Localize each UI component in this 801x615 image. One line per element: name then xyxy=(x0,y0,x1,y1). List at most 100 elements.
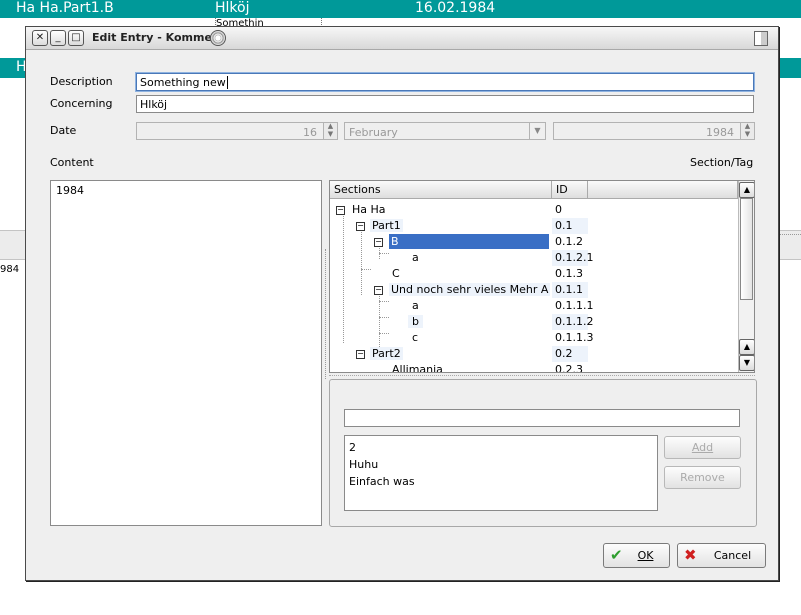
bg-side-text: 984 xyxy=(0,264,20,275)
description-value: Something new xyxy=(140,76,226,89)
edit-entry-dialog: ✕ _ □ Edit Entry - Komment Description C… xyxy=(25,26,779,581)
tree-row[interactable]: a 0.1.1.1 xyxy=(330,298,738,314)
tree-row[interactable]: − Ha Ha 0 xyxy=(330,202,738,218)
tree-row-name: a xyxy=(412,251,419,264)
scroll-up-icon[interactable]: ▲ xyxy=(739,182,754,198)
content-textarea[interactable]: 1984 xyxy=(50,180,322,526)
tree-row-id: 0.1.1 xyxy=(552,282,588,298)
tree-row-selected[interactable]: − B 0.1.2 xyxy=(330,234,738,250)
tree-row[interactable]: − Part2 0.2 xyxy=(330,346,738,362)
tree-row-name: Part1 xyxy=(370,219,403,232)
tree-row[interactable]: a 0.1.2.1 xyxy=(330,250,738,266)
tree-row[interactable]: Allimania 0.2.3 xyxy=(330,362,738,373)
tree-row-name: B xyxy=(389,234,549,249)
maximize-icon[interactable]: □ xyxy=(68,30,84,46)
checkmark-icon: ✔ xyxy=(610,546,623,564)
tree-row-id: 0.1.1.1 xyxy=(555,299,594,312)
id-column-header[interactable]: ID xyxy=(552,181,588,199)
scrollbar-thumb[interactable] xyxy=(740,198,753,300)
tree-row-id: 0.1.1.3 xyxy=(555,331,594,344)
bg-cell-date: 16.02.1984 xyxy=(415,0,496,16)
tree-row-name: Und noch sehr vieles Mehr A xyxy=(389,283,551,296)
collapse-icon[interactable]: − xyxy=(356,350,365,359)
tree-scrollbar[interactable]: ▲ ▲ ▼ xyxy=(738,181,754,372)
splitter-handle[interactable] xyxy=(325,249,328,379)
collapse-icon[interactable]: − xyxy=(374,238,383,247)
tag-list[interactable]: 2 Huhu Einfach was xyxy=(344,435,658,511)
tree-row[interactable]: − Und noch sehr vieles Mehr A 0.1.1 xyxy=(330,282,738,298)
background-divider xyxy=(779,234,801,237)
tree-row-id: 0 xyxy=(555,203,562,216)
bg-cell-concerning: Hlköj xyxy=(215,0,250,16)
tag-groupbox: 2 Huhu Einfach was Add Remove xyxy=(329,379,757,527)
tree-row[interactable]: b 0.1.1.2 xyxy=(330,314,738,330)
tree-row[interactable]: c 0.1.1.3 xyxy=(330,330,738,346)
tree-row-name: a xyxy=(412,299,419,312)
month-value: February xyxy=(349,126,398,139)
background-table-row: Ha Ha.Part1.B Hlköj 16.02.1984 xyxy=(0,0,801,18)
remove-button[interactable]: Remove xyxy=(664,466,741,489)
date-label: Date xyxy=(50,124,77,137)
tree-row-id: 0.1.2 xyxy=(555,235,583,248)
collapse-icon[interactable]: − xyxy=(336,206,345,215)
app-spiral-icon xyxy=(210,30,226,46)
tree-row-id: 0.1 xyxy=(552,218,588,234)
content-label: Content xyxy=(50,156,94,169)
tree-row-id: 0.2 xyxy=(552,346,588,362)
minimize-icon[interactable]: _ xyxy=(50,30,66,46)
cross-icon: ✖ xyxy=(684,546,697,564)
empty-column-header xyxy=(588,181,738,199)
cancel-label: Cancel xyxy=(713,549,752,562)
day-spin-buttons[interactable]: ▲ ▼ xyxy=(323,123,337,139)
list-item[interactable]: Einfach was xyxy=(349,473,653,490)
tree-row[interactable]: − Part1 0.1 xyxy=(330,218,738,234)
ok-button[interactable]: ✔ OK xyxy=(603,543,670,568)
remove-label: Remove xyxy=(680,471,725,484)
year-spin-buttons[interactable]: ▲ ▼ xyxy=(740,123,754,139)
close-icon[interactable]: ✕ xyxy=(32,30,48,46)
tree-row-name: b xyxy=(408,315,423,328)
list-item[interactable]: 2 xyxy=(349,439,653,456)
section-tag-label: Section/Tag xyxy=(690,156,754,169)
collapse-icon[interactable]: − xyxy=(374,286,383,295)
dialog-title: Edit Entry - Komment xyxy=(92,31,226,44)
tree-row-name: C xyxy=(392,267,400,280)
scroll-down-icon[interactable]: ▼ xyxy=(739,355,754,371)
tree-row-id: 0.1.2.1 xyxy=(552,250,593,266)
add-button[interactable]: Add xyxy=(664,436,741,459)
add-label: Add xyxy=(691,441,714,454)
cancel-button[interactable]: ✖ Cancel xyxy=(677,543,766,568)
concerning-field[interactable]: Hlköj xyxy=(136,95,754,113)
tree-row-id: 0.1.3 xyxy=(555,267,583,280)
tree-row[interactable]: C 0.1.3 xyxy=(330,266,738,282)
description-field[interactable]: Something new xyxy=(136,73,754,91)
ok-label: OK xyxy=(637,549,654,562)
sections-tree[interactable]: Sections ID − Ha Ha 0 − Part1 0.1 − B 0.… xyxy=(329,180,755,373)
splitter-handle-horizontal[interactable] xyxy=(329,375,755,378)
tree-row-name: c xyxy=(412,331,419,344)
chevron-down-icon[interactable]: ▼ xyxy=(529,123,545,139)
year-spinbox[interactable]: 1984 ▲ ▼ xyxy=(553,122,755,140)
scroll-up-icon[interactable]: ▲ xyxy=(739,339,754,355)
day-spinbox[interactable]: 16 ▲ ▼ xyxy=(136,122,338,140)
content-text: 1984 xyxy=(56,184,84,197)
tree-row-name: Allimania xyxy=(392,363,443,373)
spin-up-icon[interactable]: ▲ xyxy=(324,123,337,130)
spin-down-icon[interactable]: ▼ xyxy=(741,130,754,138)
pin-icon[interactable] xyxy=(754,31,768,46)
tag-input[interactable] xyxy=(344,409,740,427)
spin-down-icon[interactable]: ▼ xyxy=(324,130,337,138)
collapse-icon[interactable]: − xyxy=(356,222,365,231)
tree-row-id: 0.2.3 xyxy=(555,363,583,373)
tree-row-name: Part2 xyxy=(370,347,403,360)
list-item[interactable]: Huhu xyxy=(349,456,653,473)
bg-cell-section: Ha Ha.Part1.B xyxy=(16,0,114,16)
sections-column-header[interactable]: Sections xyxy=(330,181,552,199)
spin-up-icon[interactable]: ▲ xyxy=(741,123,754,130)
tree-row-id: 0.1.1.2 xyxy=(552,314,593,330)
tree-row-name: Ha Ha xyxy=(352,203,386,216)
month-combobox[interactable]: February ▼ xyxy=(344,122,546,140)
concerning-label: Concerning xyxy=(50,97,113,110)
day-value: 16 xyxy=(303,126,317,139)
dialog-titlebar[interactable]: ✕ _ □ Edit Entry - Komment xyxy=(26,27,778,50)
